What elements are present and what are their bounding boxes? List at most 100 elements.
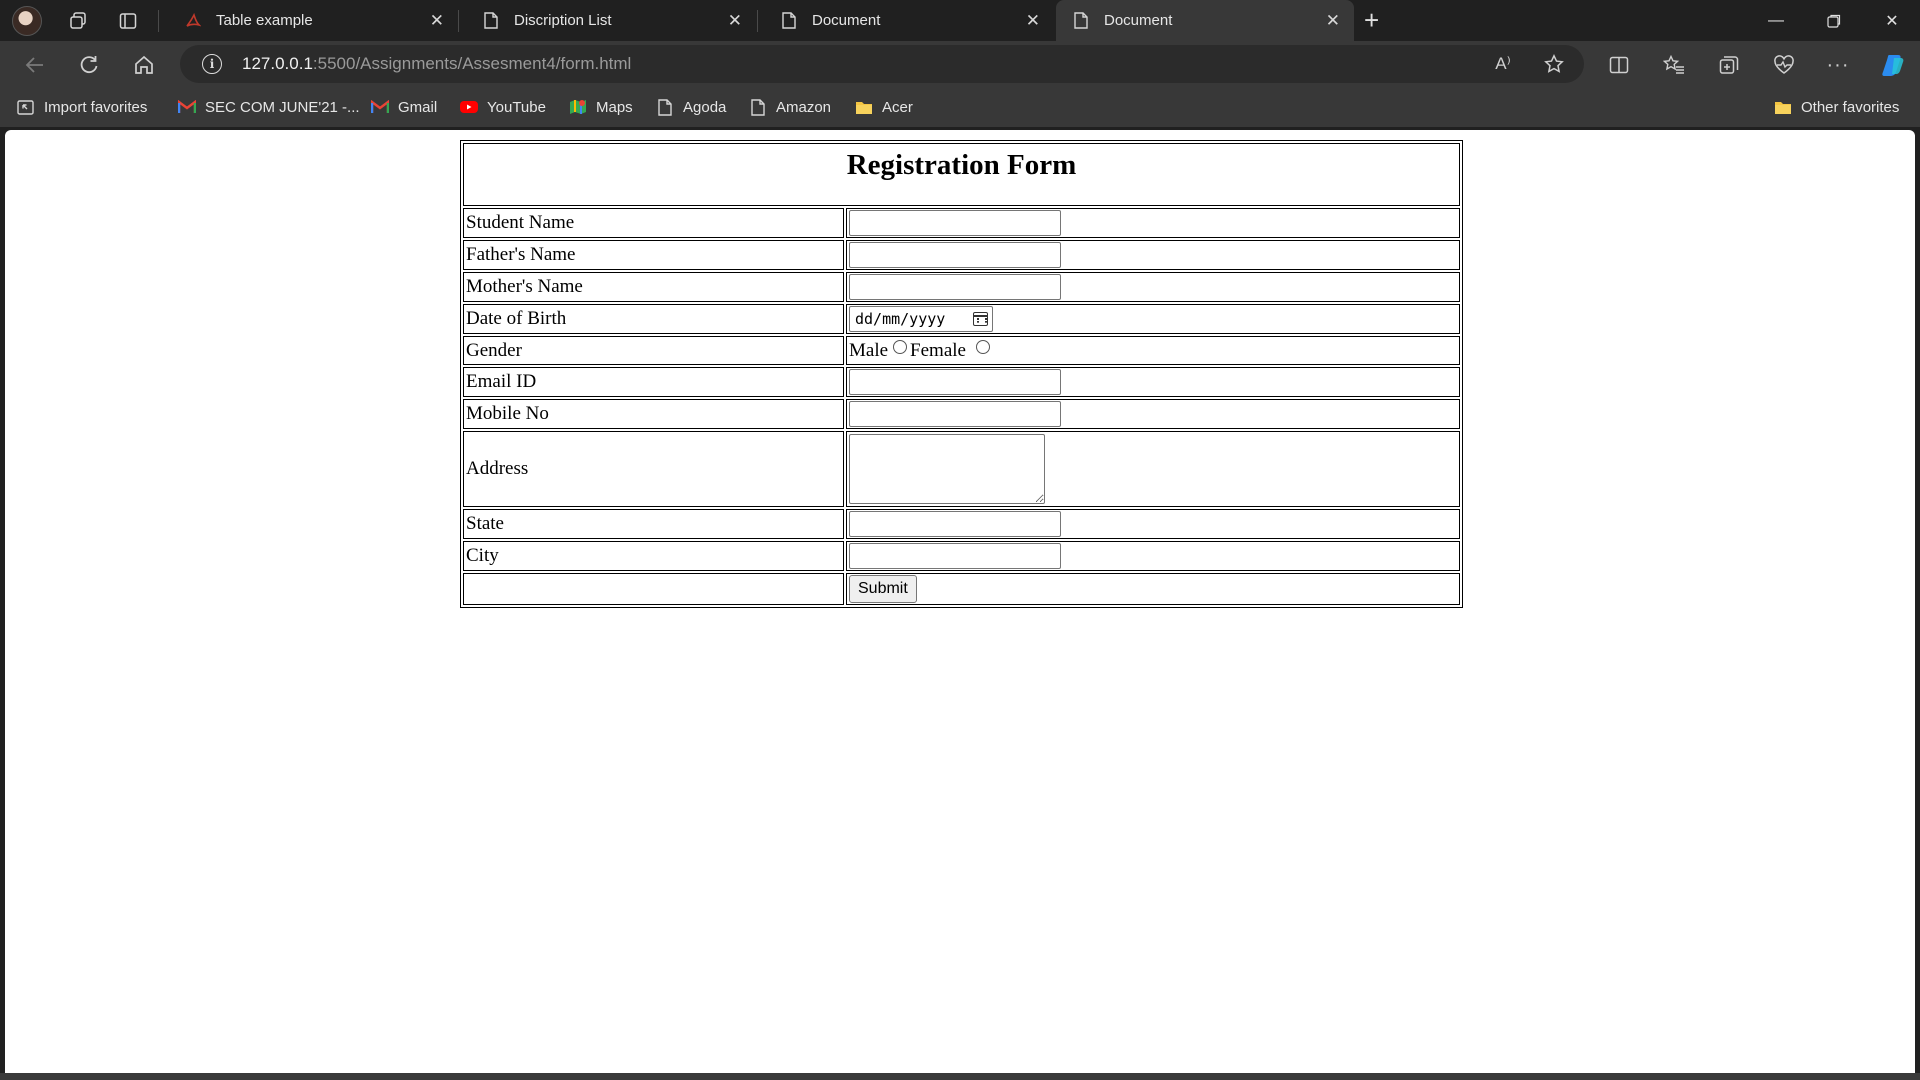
favorites-icon[interactable]: [1657, 48, 1691, 82]
registration-form-table: Registration Form Student Name Father's …: [460, 140, 1463, 608]
restore-icon[interactable]: [1806, 0, 1862, 41]
other-favorites[interactable]: Other favorites: [1774, 87, 1899, 127]
browser-essentials-icon[interactable]: [1767, 48, 1801, 82]
favorite-amazon[interactable]: Amazon: [749, 87, 831, 127]
table-row: Mobile No: [463, 399, 1460, 429]
favorite-star-icon[interactable]: [1541, 51, 1567, 77]
tab-document-1[interactable]: Document ✕: [764, 0, 1054, 41]
table-row: Date of Birth dd/mm/yyyy: [463, 304, 1460, 334]
page-icon: [749, 98, 767, 116]
close-tab-icon[interactable]: ✕: [1026, 11, 1040, 31]
collections-icon[interactable]: [1712, 48, 1746, 82]
tab-label: Document: [1104, 12, 1173, 29]
workspaces-icon[interactable]: [62, 5, 94, 37]
mother-name-label: Mother's Name: [463, 272, 844, 302]
tab-label: Discription List: [514, 12, 612, 29]
state-input[interactable]: [849, 511, 1061, 537]
input-cell: [846, 272, 1460, 302]
calendar-icon[interactable]: [973, 312, 988, 326]
input-cell: Male Female: [846, 336, 1460, 365]
site-info-icon[interactable]: i: [202, 54, 222, 74]
gender-female-label: Female: [910, 339, 966, 361]
tab-actions-icon[interactable]: [112, 5, 144, 37]
page-icon: [1072, 12, 1090, 30]
email-input[interactable]: [849, 369, 1061, 395]
table-row: State: [463, 509, 1460, 539]
input-cell: [846, 399, 1460, 429]
gender-female-radio[interactable]: [975, 339, 990, 354]
other-favorites-label: Other favorites: [1801, 98, 1900, 116]
dob-input[interactable]: dd/mm/yyyy: [849, 306, 993, 332]
copilot-icon[interactable]: [1876, 48, 1910, 82]
more-menu-icon[interactable]: ···: [1821, 48, 1855, 82]
profile-avatar[interactable]: [12, 5, 42, 36]
gender-label: Gender: [463, 336, 844, 365]
mother-name-input[interactable]: [849, 274, 1061, 300]
gender-male-label: Male: [849, 339, 889, 361]
mobile-input[interactable]: [849, 401, 1061, 427]
dob-label: Date of Birth: [463, 304, 844, 334]
tab-label: Document: [812, 12, 881, 29]
favorite-label: SEC COM JUNE'21 -...: [205, 98, 360, 116]
address-label: Address: [463, 431, 844, 507]
tab-description-list[interactable]: Discription List ✕: [466, 0, 756, 41]
favorite-label: Maps: [596, 98, 633, 116]
gmail-icon: [371, 98, 389, 116]
favorite-gmail[interactable]: Gmail: [371, 87, 437, 127]
address-textarea[interactable]: [849, 434, 1045, 504]
tab-document-active[interactable]: Document ✕: [1056, 0, 1354, 41]
favorite-import[interactable]: Import favorites: [17, 87, 147, 127]
home-icon[interactable]: [127, 48, 161, 82]
split-screen-icon[interactable]: [1602, 48, 1636, 82]
youtube-icon: [460, 98, 478, 116]
submit-button[interactable]: Submit: [849, 575, 917, 603]
back-icon[interactable]: [18, 48, 52, 82]
table-row: Student Name: [463, 208, 1460, 238]
empty-cell: [463, 573, 844, 605]
window-bottom-edge: [0, 1073, 1920, 1080]
page-icon: [780, 12, 798, 30]
student-name-label: Student Name: [463, 208, 844, 238]
dob-placeholder: dd/mm/yyyy: [855, 310, 946, 328]
close-tab-icon[interactable]: ✕: [728, 11, 742, 31]
favorite-label: Import favorites: [44, 98, 148, 116]
table-row: Email ID: [463, 367, 1460, 397]
url-text[interactable]: 127.0.0.1:5500/Assignments/Assesment4/fo…: [242, 54, 631, 74]
close-tab-icon[interactable]: ✕: [1326, 11, 1340, 31]
address-bar[interactable]: i 127.0.0.1:5500/Assignments/Assesment4/…: [180, 45, 1584, 83]
favorite-maps[interactable]: Maps: [569, 87, 633, 127]
father-name-input[interactable]: [849, 242, 1061, 268]
tab-table-example[interactable]: Table example ✕: [168, 0, 458, 41]
student-name-input[interactable]: [849, 210, 1061, 236]
favorite-label: Agoda: [683, 98, 727, 116]
refresh-icon[interactable]: [72, 48, 106, 82]
close-tab-icon[interactable]: ✕: [430, 11, 444, 31]
table-row: Submit: [463, 573, 1460, 605]
table-row: Mother's Name: [463, 272, 1460, 302]
read-aloud-icon[interactable]: A⁾: [1490, 51, 1516, 77]
favorite-label: Acer: [882, 98, 913, 116]
import-icon: [17, 98, 35, 116]
table-row: Father's Name: [463, 240, 1460, 270]
url-path: :5500/Assignments/Assesment4/form.html: [312, 54, 632, 73]
mobile-label: Mobile No: [463, 399, 844, 429]
new-tab-icon[interactable]: +: [1364, 5, 1379, 36]
gender-male-radio[interactable]: [893, 339, 908, 354]
father-name-label: Father's Name: [463, 240, 844, 270]
maps-icon: [569, 98, 587, 116]
input-cell: dd/mm/yyyy: [846, 304, 1460, 334]
acrobat-icon: [184, 12, 202, 30]
table-row: Address: [463, 431, 1460, 507]
favorite-label: YouTube: [487, 98, 546, 116]
close-window-icon[interactable]: ✕: [1864, 0, 1920, 41]
minimize-icon[interactable]: —: [1748, 0, 1804, 41]
table-row: City: [463, 541, 1460, 571]
favorite-sec-com[interactable]: SEC COM JUNE'21 -...: [178, 87, 360, 127]
favorite-agoda[interactable]: Agoda: [656, 87, 726, 127]
page-viewport: Registration Form Student Name Father's …: [5, 130, 1915, 1073]
favorite-acer[interactable]: Acer: [855, 87, 913, 127]
gmail-icon: [178, 98, 196, 116]
favorite-youtube[interactable]: YouTube: [460, 87, 546, 127]
title-cell: Registration Form: [463, 143, 1460, 206]
city-input[interactable]: [849, 543, 1061, 569]
